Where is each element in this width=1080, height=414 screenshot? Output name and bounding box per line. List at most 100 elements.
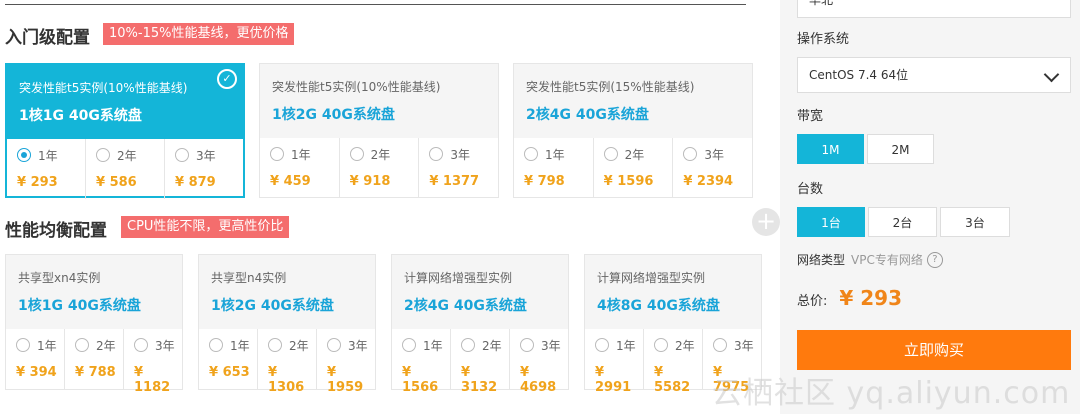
radio-icon[interactable]: [96, 148, 110, 162]
card-header: 突发性能t5实例(10%性能基线) 1核1G 40G系统盘: [7, 65, 243, 139]
radio-icon[interactable]: [327, 338, 341, 352]
term-label: 3年: [155, 338, 175, 353]
term-option[interactable]: 2年 ¥ 586: [86, 139, 165, 199]
bandwidth-label: 带宽: [797, 109, 824, 124]
section-title-entry: 入门级配置: [5, 28, 90, 48]
term-price: ¥ 788: [75, 365, 116, 380]
radio-icon[interactable]: [17, 148, 31, 162]
bandwidth-option-2m[interactable]: 2M: [867, 134, 934, 164]
instance-card[interactable]: 共享型xn4实例 1核1G 40G系统盘 1年 ¥ 394 2年 ¥ 788 3…: [5, 254, 183, 395]
term-price: ¥ 653: [209, 365, 250, 380]
os-label: 操作系统: [797, 32, 850, 47]
term-label: 3年: [734, 338, 754, 353]
radio-icon[interactable]: [713, 338, 727, 352]
term-label: 1年: [545, 147, 565, 162]
region-value: 华北: [809, 0, 834, 7]
check-icon: ✓: [217, 69, 237, 89]
radio-icon[interactable]: [349, 147, 364, 161]
term-options: 1年 ¥ 394 2年 ¥ 788 3年 ¥ 1182: [6, 329, 182, 395]
term-option[interactable]: 3年 ¥ 4698: [510, 329, 568, 395]
term-price: ¥ 798: [524, 174, 565, 189]
os-select[interactable]: CentOS 7.4 64位: [797, 57, 1071, 93]
term-option[interactable]: 2年 ¥ 1306: [258, 329, 317, 395]
radio-icon[interactable]: [16, 338, 30, 352]
radio-icon[interactable]: [268, 338, 282, 352]
term-label: 3年: [541, 338, 561, 353]
total-price: 总价: ¥ 293: [797, 286, 902, 310]
term-option[interactable]: 2年 ¥ 5582: [644, 329, 703, 395]
term-option[interactable]: 2年 ¥ 918: [340, 138, 420, 198]
term-price: ¥ 1306: [268, 365, 305, 395]
radio-icon[interactable]: [654, 338, 668, 352]
radio-icon[interactable]: [402, 338, 416, 352]
instance-spec: 1核2G 40G系统盘: [211, 298, 334, 314]
term-label: 1年: [291, 147, 311, 162]
term-price: ¥ 4698: [520, 365, 557, 395]
instance-type: 突发性能t5实例(15%性能基线): [526, 80, 695, 94]
os-value: CentOS 7.4 64位: [809, 68, 909, 82]
term-option[interactable]: 1年 ¥ 459: [260, 138, 340, 198]
term-option[interactable]: 3年 ¥ 879: [165, 139, 243, 199]
term-option[interactable]: 1年 ¥ 798: [514, 138, 594, 198]
section-badge-entry: 10%-15%性能基线，更优价格: [103, 23, 295, 45]
count-option-3[interactable]: 3台: [940, 207, 1010, 237]
instance-type: 共享型n4实例: [211, 271, 287, 285]
term-price: ¥ 586: [96, 175, 137, 190]
term-label: 1年: [230, 338, 250, 353]
term-price: ¥ 1566: [402, 365, 439, 395]
term-option[interactable]: 1年 ¥ 394: [6, 329, 65, 389]
radio-icon[interactable]: [75, 338, 89, 352]
term-options: 1年 ¥ 293 2年 ¥ 586 3年 ¥ 879: [7, 139, 243, 199]
radio-icon[interactable]: [520, 338, 534, 352]
buy-now-button[interactable]: 立即购买: [797, 330, 1071, 370]
count-option-2[interactable]: 2台: [868, 207, 937, 237]
radio-icon[interactable]: [595, 338, 609, 352]
term-label: 2年: [117, 148, 137, 163]
card-header: 突发性能t5实例(10%性能基线) 1核2G 40G系统盘: [260, 64, 498, 138]
term-price: ¥ 2991: [595, 365, 632, 395]
term-price: ¥ 1959: [327, 365, 364, 395]
term-label: 3年: [704, 147, 724, 162]
network-type-row: 网络类型 VPC专有网络 ?: [797, 251, 943, 268]
instance-card[interactable]: 共享型n4实例 1核2G 40G系统盘 1年 ¥ 653 2年 ¥ 1306 3…: [198, 254, 376, 395]
instance-card[interactable]: 突发性能t5实例(10%性能基线) 1核2G 40G系统盘 1年 ¥ 459 2…: [259, 63, 499, 198]
term-option[interactable]: 3年 ¥ 1959: [317, 329, 375, 395]
term-label: 1年: [616, 338, 636, 353]
instance-card[interactable]: 突发性能t5实例(10%性能基线) 1核1G 40G系统盘 ✓ 1年 ¥ 293…: [5, 63, 245, 199]
region-select[interactable]: 华北: [797, 0, 1071, 18]
question-icon[interactable]: ?: [926, 251, 943, 268]
term-option[interactable]: 1年 ¥ 1566: [392, 329, 451, 395]
radio-icon[interactable]: [683, 147, 698, 161]
term-option[interactable]: 2年 ¥ 788: [65, 329, 124, 389]
term-option[interactable]: 3年 ¥ 1377: [419, 138, 498, 198]
instance-spec: 1核1G 40G系统盘: [18, 298, 141, 314]
radio-icon[interactable]: [603, 147, 618, 161]
card-header: 突发性能t5实例(15%性能基线) 2核4G 40G系统盘: [514, 64, 752, 138]
radio-icon[interactable]: [270, 147, 284, 161]
radio-icon[interactable]: [461, 338, 475, 352]
expand-plus-icon[interactable]: +: [752, 208, 780, 236]
term-price: ¥ 2394: [683, 174, 734, 189]
term-price: ¥ 5582: [654, 365, 691, 395]
card-header: 计算网络增强型实例 4核8G 40G系统盘: [585, 255, 761, 329]
count-option-1[interactable]: 1台: [797, 207, 865, 237]
radio-icon[interactable]: [524, 147, 538, 161]
term-option[interactable]: 3年 ¥ 2394: [673, 138, 752, 198]
term-option[interactable]: 2年 ¥ 3132: [451, 329, 510, 395]
instance-card[interactable]: 突发性能t5实例(15%性能基线) 2核4G 40G系统盘 1年 ¥ 798 2…: [513, 63, 753, 198]
term-option[interactable]: 1年 ¥ 2991: [585, 329, 644, 395]
instance-card[interactable]: 计算网络增强型实例 2核4G 40G系统盘 1年 ¥ 1566 2年 ¥ 313…: [391, 254, 569, 395]
radio-icon[interactable]: [209, 338, 223, 352]
term-option[interactable]: 2年 ¥ 1596: [594, 138, 674, 198]
chevron-down-icon: [1043, 66, 1060, 83]
radio-icon[interactable]: [429, 147, 444, 161]
top-divider: [5, 4, 746, 5]
radio-icon[interactable]: [175, 148, 189, 162]
radio-icon[interactable]: [134, 338, 148, 352]
term-option[interactable]: 1年 ¥ 293: [7, 139, 86, 199]
total-amount: ¥ 293: [839, 286, 903, 310]
term-price: ¥ 918: [349, 174, 391, 189]
term-option[interactable]: 1年 ¥ 653: [199, 329, 258, 389]
bandwidth-option-1m[interactable]: 1M: [797, 134, 864, 164]
term-option[interactable]: 3年 ¥ 1182: [124, 329, 182, 395]
